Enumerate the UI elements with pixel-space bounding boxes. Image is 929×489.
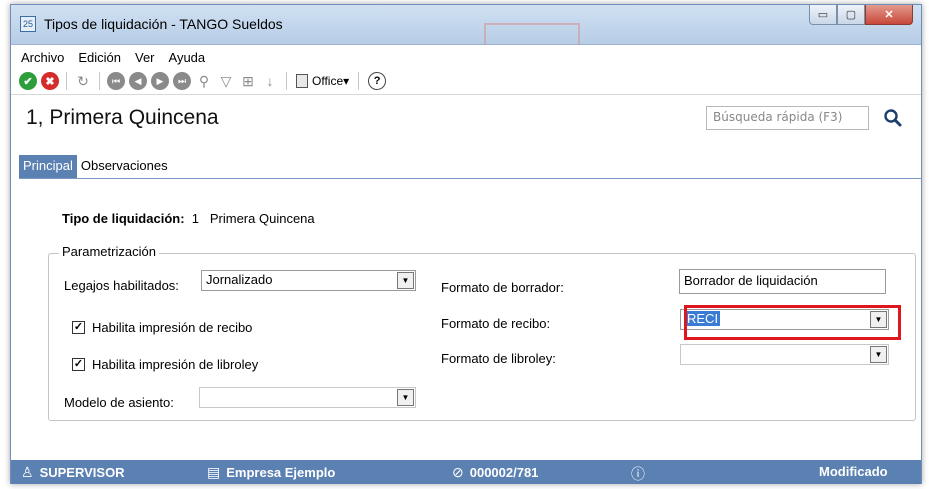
- office-label: Office: [312, 74, 344, 88]
- habilita-libroley-label: Habilita impresión de libroley: [92, 357, 259, 372]
- record-header: 1, Primera Quincena Búsqueda rápida (F3): [11, 94, 921, 138]
- tab-observaciones[interactable]: Observaciones: [77, 155, 172, 178]
- status-record: ⊘ 000002/781: [452, 464, 538, 481]
- tipo-name: Primera Quincena: [209, 211, 315, 226]
- window-title: Tipos de liquidación - TANGO Sueldos: [44, 16, 283, 32]
- title-bar[interactable]: 25 Tipos de liquidación - TANGO Sueldos …: [11, 5, 921, 45]
- page-title: 1, Primera Quincena: [26, 106, 219, 129]
- tipo-code: 1: [191, 211, 200, 226]
- building-icon: ▤: [207, 464, 221, 480]
- accept-icon[interactable]: ✔: [19, 72, 37, 90]
- formato-borrador-label: Formato de borrador:: [441, 280, 564, 295]
- status-company-name: Empresa Ejemplo: [226, 465, 336, 480]
- previous-record-icon[interactable]: ◀: [129, 72, 147, 90]
- status-state: Modificado: [819, 464, 888, 479]
- office-icon: [296, 74, 308, 88]
- user-icon: ♙: [21, 464, 34, 480]
- chevron-down-icon[interactable]: ▼: [397, 389, 414, 406]
- tipo-liquidacion: Tipo de liquidación: 1 Primera Quincena: [62, 211, 315, 226]
- menu-bar: Archivo Edición Ver Ayuda: [11, 46, 921, 68]
- group-title: Parametrización: [59, 244, 159, 259]
- legajos-value: Jornalizado: [206, 272, 273, 287]
- help-icon[interactable]: ?: [368, 72, 387, 90]
- formato-libroley-label: Formato de libroley:: [441, 351, 556, 366]
- modelo-asiento-select[interactable]: ▼: [199, 387, 416, 408]
- office-button[interactable]: Office ▾: [296, 74, 349, 88]
- menu-archivo[interactable]: Archivo: [21, 50, 64, 65]
- tipo-label: Tipo de liquidación:: [62, 211, 185, 226]
- formato-libroley-select[interactable]: ▼: [680, 344, 889, 365]
- chevron-down-icon[interactable]: ▼: [397, 272, 414, 289]
- habilita-recibo-label: Habilita impresión de recibo: [92, 320, 253, 335]
- search-icon[interactable]: [882, 107, 904, 129]
- tab-divider: [19, 178, 922, 179]
- last-record-icon[interactable]: ⏭: [173, 72, 191, 90]
- binoculars-icon[interactable]: ⚲: [195, 72, 213, 90]
- first-record-icon[interactable]: ⏮: [107, 72, 125, 90]
- link-icon: ⊘: [452, 464, 464, 480]
- status-info[interactable]: ⓘ: [631, 464, 651, 484]
- info-icon[interactable]: ⓘ: [631, 464, 645, 484]
- window-controls: ▭ ▢ ✕: [809, 5, 913, 25]
- legajos-label: Legajos habilitados:: [64, 278, 179, 293]
- toolbar-separator: [358, 72, 360, 90]
- habilita-libroley-checkbox[interactable]: ✓: [72, 358, 85, 371]
- habilita-recibo-checkbox[interactable]: ✓: [72, 321, 85, 334]
- grid-icon[interactable]: ⊞: [239, 72, 257, 90]
- cancel-icon[interactable]: ✖: [41, 72, 59, 90]
- background-window-edge: [484, 23, 580, 45]
- status-user-name: SUPERVISOR: [39, 465, 125, 480]
- modelo-asiento-label: Modelo de asiento:: [64, 395, 174, 410]
- chevron-down-icon[interactable]: ▼: [870, 346, 887, 363]
- formato-borrador-field[interactable]: Borrador de liquidación: [679, 269, 886, 294]
- toolbar-separator: [66, 72, 67, 90]
- close-button[interactable]: ✕: [865, 5, 913, 25]
- formato-recibo-label: Formato de recibo:: [441, 316, 551, 331]
- menu-ayuda[interactable]: Ayuda: [169, 50, 206, 65]
- next-record-icon[interactable]: ▶: [151, 72, 169, 90]
- status-bar: ♙ SUPERVISOR ▤ Empresa Ejemplo ⊘ 000002/…: [11, 460, 921, 484]
- app-window: 25 Tipos de liquidación - TANGO Sueldos …: [10, 4, 922, 484]
- refresh-icon[interactable]: ↻: [74, 72, 92, 90]
- search-input[interactable]: Búsqueda rápida (F3): [706, 106, 869, 130]
- menu-edicion[interactable]: Edición: [78, 50, 121, 65]
- menu-ver[interactable]: Ver: [135, 50, 155, 65]
- status-user: ♙ SUPERVISOR: [21, 464, 125, 481]
- sort-icon[interactable]: ↓: [261, 72, 279, 90]
- toolbar-separator: [99, 72, 100, 90]
- minimize-button[interactable]: ▭: [809, 5, 837, 25]
- app-icon: 25: [20, 16, 36, 32]
- highlight-annotation: [684, 305, 901, 340]
- toolbar-separator: [286, 72, 287, 90]
- toolbar: ✔ ✖ ↻ ⏮ ◀ ▶ ⏭ ⚲ ▽ ⊞ ↓ Office ▾ ?: [11, 68, 921, 94]
- tab-principal[interactable]: Principal: [19, 155, 77, 178]
- filter-icon[interactable]: ▽: [217, 72, 235, 90]
- chevron-down-icon: ▾: [343, 74, 350, 88]
- legajos-select[interactable]: Jornalizado ▼: [201, 270, 416, 291]
- status-record-id: 000002/781: [469, 465, 539, 480]
- maximize-button[interactable]: ▢: [837, 5, 865, 25]
- status-company: ▤ Empresa Ejemplo: [207, 464, 335, 481]
- tab-bar: Principal Observaciones: [19, 155, 172, 179]
